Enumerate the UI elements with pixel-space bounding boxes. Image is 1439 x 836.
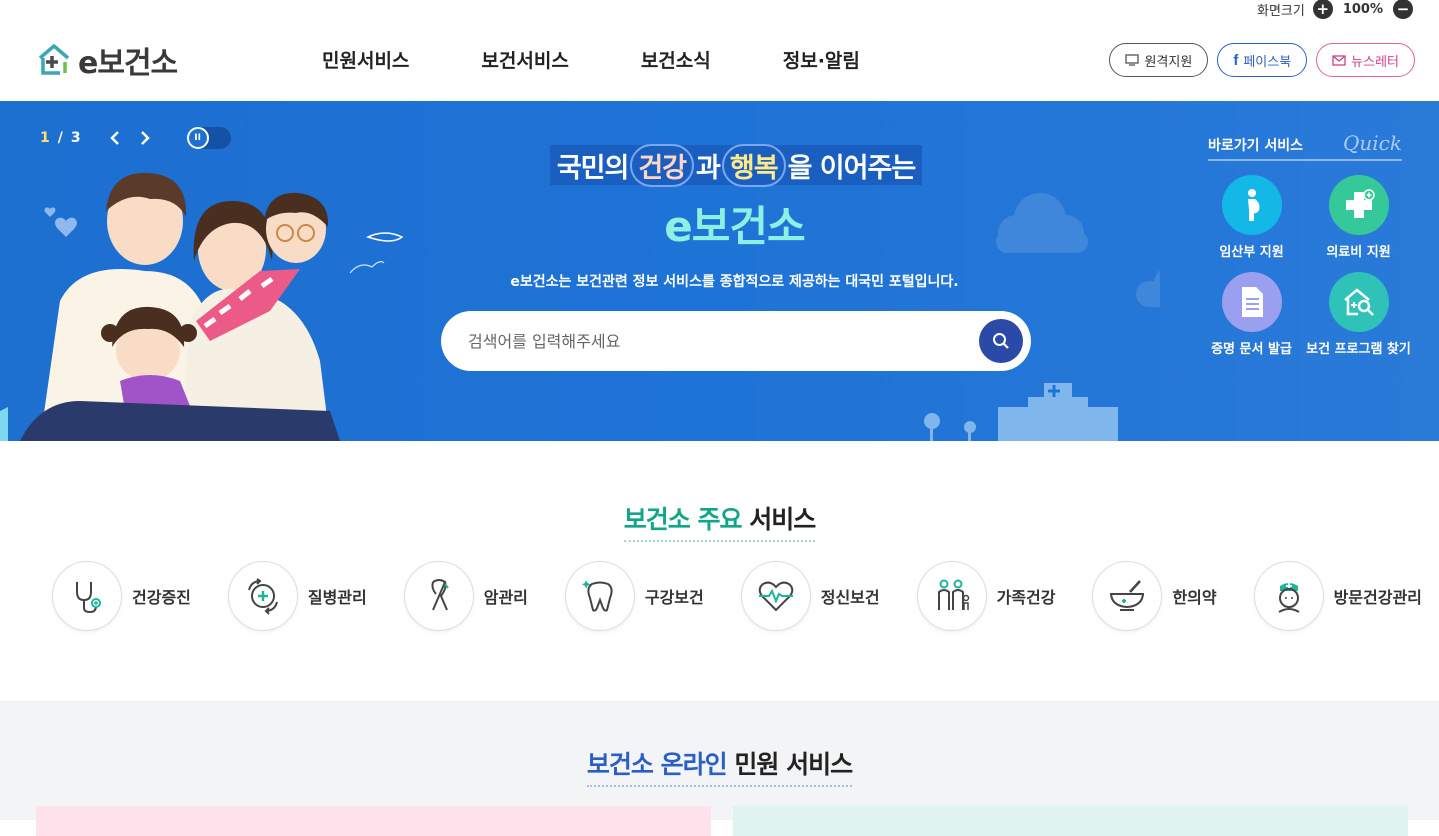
- online-title-rest: 민원 서비스: [734, 750, 853, 779]
- main-services-title-rest: 서비스: [749, 505, 816, 534]
- search-button[interactable]: [979, 319, 1023, 363]
- slider-controls: 1 / 3 II: [40, 127, 231, 149]
- remote-support-button[interactable]: 원격지원: [1109, 43, 1209, 77]
- monitor-icon: [1125, 54, 1140, 66]
- hero-banner: 1 / 3 II 국민의 건강 과 행복 을 이어주는 e보건소 e보건소는 보…: [0, 101, 1439, 441]
- search-input[interactable]: [468, 331, 979, 351]
- main-services-list: 건강증진 질병관리 암관리 구강보건 정신보건 가족건강 한의약 방문건강관리: [52, 561, 1422, 631]
- service-label: 구강보건: [644, 588, 704, 607]
- quick-label-pregnancy: 임산부 지원: [1219, 245, 1284, 260]
- service-health-promotion[interactable]: 건강증진: [52, 561, 191, 631]
- slide-current: 1: [40, 130, 50, 146]
- service-mental-health[interactable]: 정신보건: [740, 561, 880, 631]
- zoom-in-button[interactable]: +: [1312, 0, 1333, 19]
- family-icon: [916, 561, 987, 631]
- quick-label-certificate: 증명 문서 발급: [1211, 342, 1292, 357]
- main-services-title: 보건소 주요 서비스: [0, 500, 1439, 542]
- online-title-blue: 보건소 온라인: [586, 750, 728, 779]
- tooth-icon: [564, 561, 635, 631]
- zoom-value: 100%: [1342, 1, 1383, 17]
- nav-health-news[interactable]: 보건소식: [641, 46, 711, 73]
- service-home-visit[interactable]: 방문건강관리: [1253, 561, 1422, 631]
- quick-item-pregnancy[interactable]: 임산부 지원: [1198, 175, 1305, 260]
- service-label: 질병관리: [307, 588, 367, 607]
- medical-cross-icon: [1328, 175, 1389, 235]
- newsletter-button[interactable]: 뉴스레터: [1316, 43, 1415, 77]
- online-card-left[interactable]: [36, 806, 711, 836]
- service-disease-management[interactable]: 질병관리: [227, 561, 367, 631]
- slide-separator: /: [57, 130, 63, 146]
- next-slide-icon[interactable]: [137, 130, 153, 146]
- online-services-title: 보건소 온라인 민원 서비스: [0, 745, 1439, 787]
- quick-header: 바로가기 서비스 Quick: [1208, 131, 1402, 161]
- logo-icon: [38, 44, 70, 75]
- service-family-health[interactable]: 가족건강: [916, 561, 1056, 631]
- service-label: 방문건강관리: [1333, 588, 1422, 607]
- quick-grid: 임산부 지원 의료비 지원 증명 문서 발급 보건 프로그램 찾기: [1198, 175, 1412, 357]
- service-cancer-management[interactable]: 암관리: [403, 561, 528, 631]
- main-services-title-green: 보건소 주요: [623, 505, 743, 534]
- tagline-mid: 과: [696, 152, 721, 184]
- pause-icon: II: [186, 127, 209, 149]
- online-card-right[interactable]: [733, 806, 1408, 836]
- service-oral-health[interactable]: 구강보건: [564, 561, 704, 631]
- mail-icon: [1332, 55, 1346, 66]
- hero-tagline: 국민의 건강 과 행복 을 이어주는: [550, 143, 922, 187]
- slide-total: 3: [70, 130, 81, 146]
- online-services-section: 보건소 온라인 민원 서비스: [0, 701, 1439, 836]
- tagline-pre: 국민의: [556, 152, 630, 184]
- facebook-label: 페이스북: [1243, 54, 1292, 70]
- main-nav: 민원서비스 보건서비스 보건소식 정보·알림: [322, 46, 860, 73]
- nav-info-notice[interactable]: 정보·알림: [783, 46, 860, 73]
- quick-label-program-search: 보건 프로그램 찾기: [1306, 342, 1411, 357]
- house-search-icon: [1328, 272, 1389, 332]
- quick-title-en: Quick: [1343, 131, 1402, 155]
- ribbon-icon: [403, 561, 474, 631]
- tagline-post: 을 이어주는: [787, 152, 917, 184]
- header: e보건소 민원서비스 보건서비스 보건소식 정보·알림 원격지원 f 페이스북 …: [0, 18, 1439, 101]
- zoom-out-button[interactable]: −: [1393, 0, 1413, 19]
- document-icon: [1221, 272, 1282, 332]
- logo-text: e보건소: [78, 46, 178, 81]
- quick-item-certificate[interactable]: 증명 문서 발급: [1198, 272, 1305, 357]
- quick-title: 바로가기 서비스: [1208, 138, 1304, 154]
- service-oriental-medicine[interactable]: 한의약: [1092, 561, 1217, 631]
- header-buttons: 원격지원 f 페이스북 뉴스레터: [1109, 43, 1415, 77]
- nurse-icon: [1253, 561, 1324, 631]
- remote-support-label: 원격지원: [1144, 54, 1193, 70]
- tagline-happiness: 행복: [721, 143, 786, 187]
- heart-pulse-icon: [740, 561, 811, 631]
- service-label: 한의약: [1172, 588, 1217, 607]
- tagline-health: 건강: [630, 143, 695, 187]
- stethoscope-icon: [52, 561, 122, 631]
- nav-civil-service[interactable]: 민원서비스: [322, 46, 409, 73]
- service-label: 가족건강: [996, 588, 1056, 607]
- search-bar: [441, 311, 1031, 371]
- service-label: 정신보건: [820, 588, 880, 607]
- quick-item-medical-cost[interactable]: 의료비 지원: [1305, 175, 1412, 260]
- pregnant-icon: [1221, 175, 1282, 235]
- quick-links: 바로가기 서비스 Quick 임산부 지원 의료비 지원 증명 문서 발급 보건…: [1208, 131, 1411, 357]
- zoom-label: 화면크기: [1256, 3, 1305, 19]
- pause-toggle[interactable]: II: [186, 127, 231, 149]
- search-icon: [993, 333, 1009, 349]
- facebook-icon: f: [1233, 51, 1239, 69]
- mortar-icon: [1092, 561, 1163, 631]
- disease-icon: [227, 561, 298, 631]
- quick-item-program-search[interactable]: 보건 프로그램 찾기: [1305, 272, 1412, 357]
- facebook-button[interactable]: f 페이스북: [1217, 43, 1308, 77]
- logo[interactable]: e보건소: [36, 38, 178, 82]
- service-label: 건강증진: [132, 588, 191, 607]
- nav-health-service[interactable]: 보건서비스: [481, 46, 568, 73]
- newsletter-label: 뉴스레터: [1351, 54, 1399, 70]
- service-label: 암관리: [483, 588, 528, 607]
- prev-slide-icon[interactable]: [107, 130, 123, 146]
- zoom-control: 화면크기 + 100% −: [1256, 0, 1413, 19]
- quick-label-medical-cost: 의료비 지원: [1326, 245, 1391, 260]
